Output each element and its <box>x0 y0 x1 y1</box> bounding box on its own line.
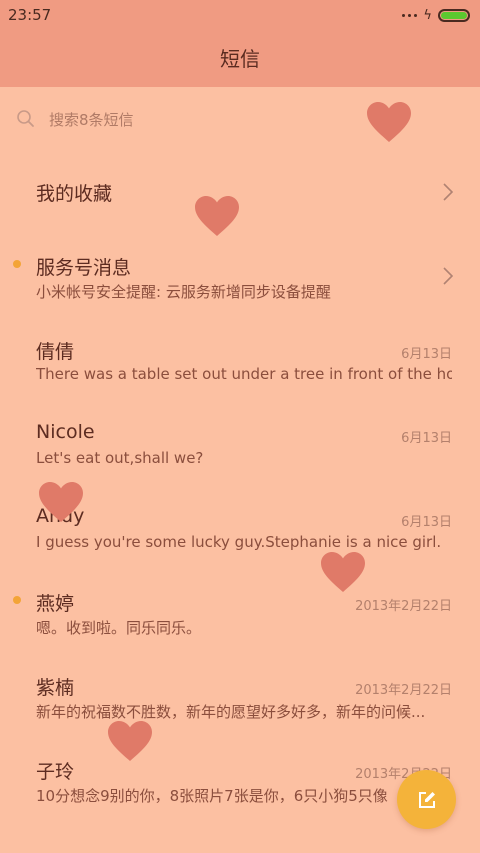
conversation-preview: 新年的祝福数不胜数，新年的愿望好多好多，新年的问候... <box>36 703 426 721</box>
conversation-preview: 10分想念9别的你，8张照片7张是你，6只小狗5只像 <box>36 787 388 805</box>
conversation-preview: I guess you're some lucky guy.Stephanie … <box>36 533 442 551</box>
search-input[interactable]: 搜索8条短信 <box>49 109 134 130</box>
conversation-name: 服务号消息 <box>36 257 132 279</box>
conversation-name: Nicole <box>36 421 95 443</box>
search-icon <box>17 110 34 127</box>
conversation-name: 紫楠 <box>36 677 75 699</box>
heart-icon <box>321 552 365 592</box>
heart-icon <box>108 721 152 761</box>
conversation-row[interactable]: Nicole 6月13日 Let's eat out,shall we? <box>0 406 480 490</box>
favorites-label: 我的收藏 <box>36 183 113 205</box>
conversation-row[interactable]: 紫楠 2013年2月22日 新年的祝福数不胜数，新年的愿望好多好多，新年的问候.… <box>0 658 480 742</box>
chevron-right-icon <box>443 183 454 201</box>
status-time: 23:57 <box>8 6 52 24</box>
status-bar: 23:57 ϟ <box>0 0 480 30</box>
conversation-date: 6月13日 <box>401 515 452 530</box>
heart-icon <box>195 196 239 236</box>
heart-icon <box>39 482 83 522</box>
service-messages-row[interactable]: 服务号消息 小米帐号安全提醒: 云服务新增同步设备提醒 <box>0 238 480 322</box>
status-icons: ϟ <box>402 7 470 23</box>
conversation-name: 倩倩 <box>36 341 75 363</box>
chevron-right-icon <box>443 267 454 285</box>
conversation-row[interactable]: 燕婷 2013年2月22日 嗯。收到啦。同乐同乐。 <box>0 574 480 658</box>
compose-icon <box>418 791 435 808</box>
unread-dot <box>13 260 21 268</box>
app-header: 23:57 ϟ 短信 <box>0 0 480 87</box>
conversation-date: 6月13日 <box>401 347 452 362</box>
conversation-preview: 小米帐号安全提醒: 云服务新增同步设备提醒 <box>36 283 331 301</box>
heart-icon <box>367 102 411 142</box>
conversation-date: 2013年2月22日 <box>355 683 452 698</box>
more-dots-icon <box>402 13 418 17</box>
conversation-preview: 嗯。收到啦。同乐同乐。 <box>36 619 202 637</box>
conversation-row[interactable]: 倩倩 6月13日 There was a table set out under… <box>0 322 480 406</box>
unread-dot <box>13 596 21 604</box>
conversation-date: 6月13日 <box>401 431 452 446</box>
compose-button[interactable] <box>397 770 456 829</box>
conversation-preview: There was a table set out under a tree i… <box>36 365 452 383</box>
conversation-preview: Let's eat out,shall we? <box>36 449 204 467</box>
conversation-date: 2013年2月22日 <box>355 599 452 614</box>
conversation-name: 燕婷 <box>36 593 75 615</box>
conversation-name: 子玲 <box>36 761 75 783</box>
battery-icon <box>438 8 470 22</box>
charging-icon: ϟ <box>423 7 432 23</box>
page-title: 短信 <box>220 47 260 71</box>
